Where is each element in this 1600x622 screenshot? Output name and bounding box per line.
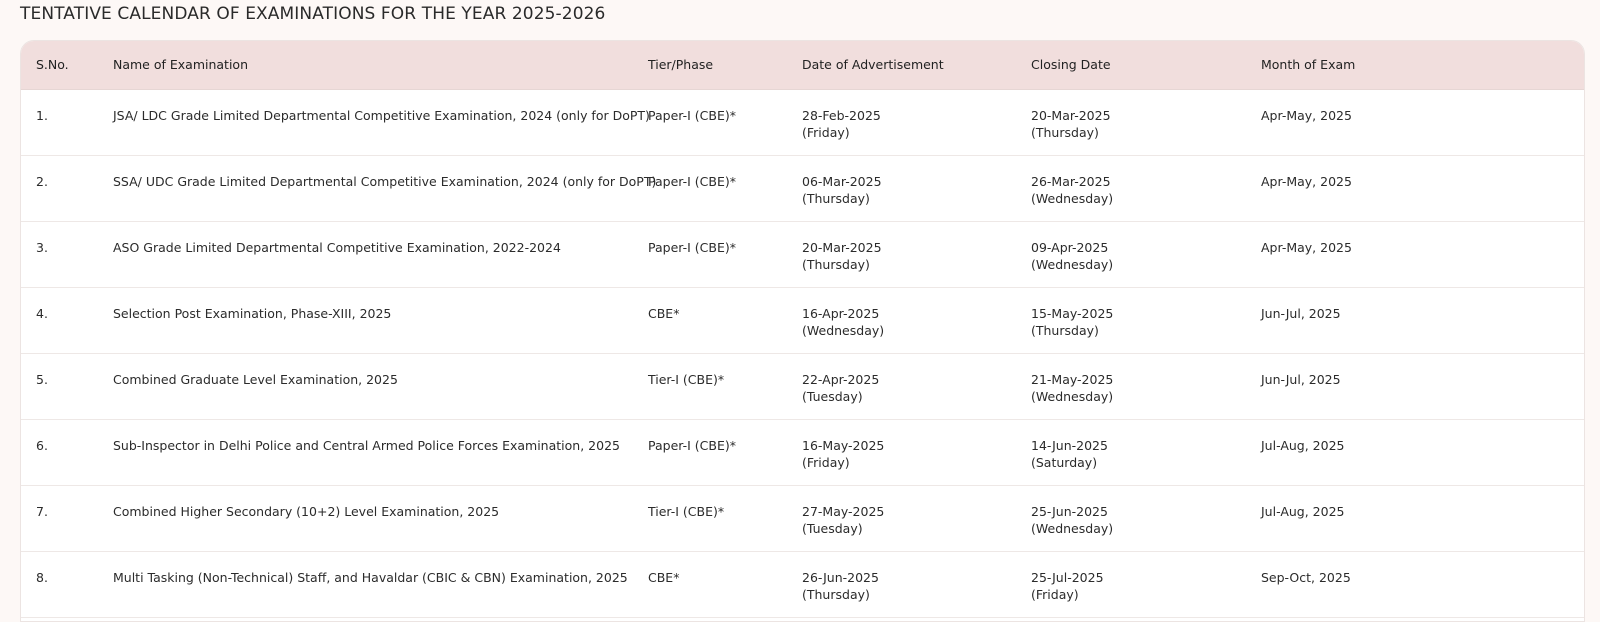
cell-advertisement-date: 16-May-2025 (Friday): [802, 437, 884, 471]
advertisement-date: 22-Apr-2025: [802, 372, 880, 387]
cell-advertisement-date: 06-Mar-2025 (Thursday): [802, 173, 882, 207]
cell-exam-name: Combined Graduate Level Examination, 202…: [113, 372, 398, 387]
closing-date: 21-May-2025: [1031, 372, 1114, 387]
page-title: TENTATIVE CALENDAR OF EXAMINATIONS FOR T…: [20, 4, 606, 24]
cell-month: Jul-Aug, 2025: [1261, 438, 1345, 453]
cell-advertisement-date: 22-Apr-2025 (Tuesday): [802, 371, 879, 405]
cell-month: Jul-Aug, 2025: [1261, 504, 1345, 519]
table-row: 7. Combined Higher Secondary (10+2) Leve…: [21, 486, 1584, 552]
cell-month: Apr-May, 2025: [1261, 240, 1352, 255]
advertisement-date: 27-May-2025: [802, 504, 885, 519]
closing-date: 26-Mar-2025: [1031, 174, 1111, 189]
cell-tier: CBE*: [648, 306, 680, 321]
cell-advertisement-date: 20-Mar-2025 (Thursday): [802, 239, 882, 273]
closing-day: (Wednesday): [1031, 389, 1114, 404]
advertisement-date: 16-Apr-2025: [802, 306, 880, 321]
header-advertisement-date: Date of Advertisement: [802, 57, 944, 72]
header-name: Name of Examination: [113, 57, 249, 72]
table-row: 8. Multi Tasking (Non-Technical) Staff, …: [21, 552, 1584, 618]
cell-exam-name: Sub-Inspector in Delhi Police and Centra…: [113, 438, 620, 453]
closing-day: (Saturday): [1031, 455, 1098, 470]
cell-exam-name: Combined Higher Secondary (10+2) Level E…: [113, 504, 500, 519]
cell-sno: 7.: [36, 504, 48, 519]
closing-day: (Wednesday): [1031, 191, 1114, 206]
cell-exam-name: SSA/ UDC Grade Limited Departmental Comp…: [113, 174, 657, 189]
cell-sno: 4.: [36, 306, 48, 321]
cell-tier: Tier-I (CBE)*: [648, 504, 725, 519]
cell-tier: Tier-I (CBE)*: [648, 372, 725, 387]
cell-sno: 3.: [36, 240, 48, 255]
header-closing-date: Closing Date: [1031, 57, 1111, 72]
cell-month: Jun-Jul, 2025: [1261, 306, 1341, 321]
cell-advertisement-date: 26-Jun-2025 (Thursday): [802, 569, 879, 603]
exam-calendar-table: S.No. Name of Examination Tier/Phase Dat…: [20, 40, 1585, 622]
cell-exam-name: Selection Post Examination, Phase-XIII, …: [113, 306, 392, 321]
table-row: 1. JSA/ LDC Grade Limited Departmental C…: [21, 90, 1584, 156]
table-row: 5. Combined Graduate Level Examination, …: [21, 354, 1584, 420]
closing-date: 14-Jun-2025: [1031, 438, 1108, 453]
header-sno: S.No.: [36, 57, 69, 72]
advertisement-day: (Friday): [802, 125, 850, 140]
table-row: 2. SSA/ UDC Grade Limited Departmental C…: [21, 156, 1584, 222]
table-row: 4. Selection Post Examination, Phase-XII…: [21, 288, 1584, 354]
closing-day: (Friday): [1031, 587, 1079, 602]
header-month: Month of Exam: [1261, 57, 1356, 72]
advertisement-day: (Thursday): [802, 257, 870, 272]
closing-date: 09-Apr-2025: [1031, 240, 1109, 255]
cell-month: Sep-Oct, 2025: [1261, 570, 1351, 585]
cell-sno: 8.: [36, 570, 48, 585]
closing-date: 15-May-2025: [1031, 306, 1114, 321]
table-header: S.No. Name of Examination Tier/Phase Dat…: [21, 41, 1584, 90]
table-row: 3. ASO Grade Limited Departmental Compet…: [21, 222, 1584, 288]
cell-sno: 6.: [36, 438, 48, 453]
cell-advertisement-date: 28-Feb-2025 (Friday): [802, 107, 881, 141]
advertisement-day: (Tuesday): [802, 521, 863, 536]
closing-day: (Thursday): [1031, 125, 1099, 140]
cell-advertisement-date: 27-May-2025 (Tuesday): [802, 503, 884, 537]
cell-sno: 2.: [36, 174, 48, 189]
advertisement-date: 16-May-2025: [802, 438, 885, 453]
advertisement-day: (Friday): [802, 455, 850, 470]
cell-exam-name: JSA/ LDC Grade Limited Departmental Comp…: [113, 108, 650, 123]
cell-sno: 5.: [36, 372, 48, 387]
cell-tier: Paper-I (CBE)*: [648, 108, 736, 123]
advertisement-date: 28-Feb-2025: [802, 108, 881, 123]
advertisement-day: (Thursday): [802, 587, 870, 602]
advertisement-day: (Wednesday): [802, 323, 885, 338]
cell-closing-date: 25-Jul-2025 (Friday): [1031, 569, 1104, 603]
cell-sno: 1.: [36, 108, 48, 123]
advertisement-day: (Tuesday): [802, 389, 863, 404]
advertisement-date: 06-Mar-2025: [802, 174, 882, 189]
closing-day: (Wednesday): [1031, 521, 1114, 536]
cell-closing-date: 09-Apr-2025 (Wednesday): [1031, 239, 1113, 273]
cell-tier: Paper-I (CBE)*: [648, 438, 736, 453]
closing-date: 25-Jul-2025: [1031, 570, 1104, 585]
cell-closing-date: 21-May-2025 (Wednesday): [1031, 371, 1113, 405]
cell-tier: Paper-I (CBE)*: [648, 240, 736, 255]
advertisement-day: (Thursday): [802, 191, 870, 206]
cell-tier: Paper-I (CBE)*: [648, 174, 736, 189]
cell-closing-date: 20-Mar-2025 (Thursday): [1031, 107, 1111, 141]
cell-closing-date: 14-Jun-2025 (Saturday): [1031, 437, 1108, 471]
cell-month: Apr-May, 2025: [1261, 108, 1352, 123]
cell-advertisement-date: 16-Apr-2025 (Wednesday): [802, 305, 884, 339]
closing-day: (Thursday): [1031, 323, 1099, 338]
cell-tier: CBE*: [648, 570, 680, 585]
advertisement-date: 20-Mar-2025: [802, 240, 882, 255]
cell-exam-name: ASO Grade Limited Departmental Competiti…: [113, 240, 561, 255]
cell-month: Jun-Jul, 2025: [1261, 372, 1341, 387]
cell-exam-name: Multi Tasking (Non-Technical) Staff, and…: [113, 570, 628, 585]
cell-closing-date: 15-May-2025 (Thursday): [1031, 305, 1113, 339]
closing-date: 20-Mar-2025: [1031, 108, 1111, 123]
closing-date: 25-Jun-2025: [1031, 504, 1108, 519]
header-tier: Tier/Phase: [648, 57, 714, 72]
cell-month: Apr-May, 2025: [1261, 174, 1352, 189]
advertisement-date: 26-Jun-2025: [802, 570, 879, 585]
cell-closing-date: 25-Jun-2025 (Wednesday): [1031, 503, 1113, 537]
cell-closing-date: 26-Mar-2025 (Wednesday): [1031, 173, 1113, 207]
closing-day: (Wednesday): [1031, 257, 1114, 272]
table-row: 6. Sub-Inspector in Delhi Police and Cen…: [21, 420, 1584, 486]
